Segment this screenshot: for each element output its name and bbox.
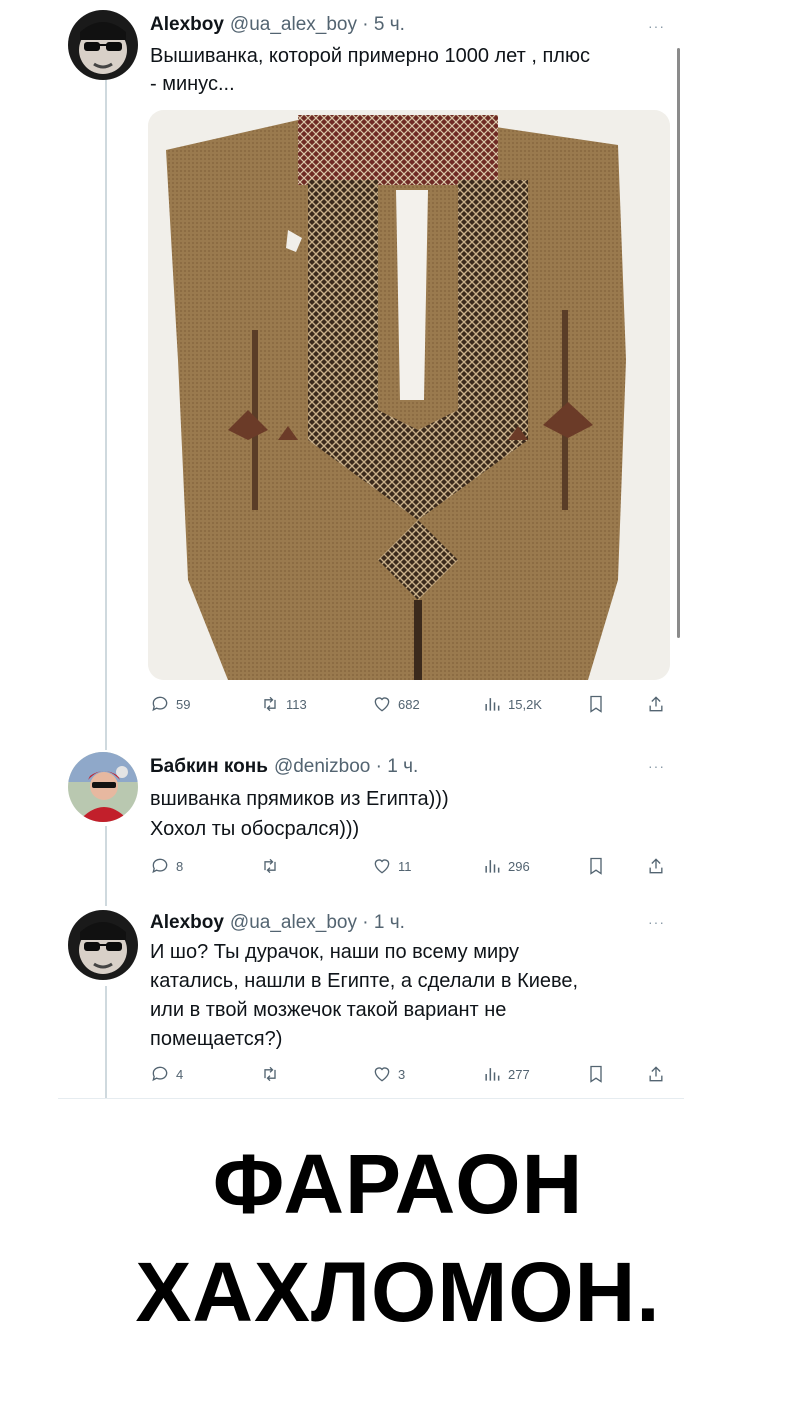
repost-count: 113 — [286, 696, 307, 712]
repost-button[interactable] — [260, 1064, 280, 1084]
views-count: 277 — [508, 1066, 530, 1082]
bookmark-icon — [590, 1065, 602, 1083]
divider — [58, 1098, 684, 1099]
share-button[interactable] — [646, 856, 666, 876]
like-count: 11 — [398, 858, 412, 874]
author-meta: @denizboo · 1 ч. — [273, 756, 419, 777]
tweet-text-line: Вышиванка, которой примерно 1000 лет , п… — [150, 45, 590, 67]
tweet-text-line: вшиванка прямиков из Египта))) — [150, 788, 449, 810]
tweet-text-line: Хохол ты обосрался))) — [150, 818, 360, 840]
share-icon — [649, 858, 663, 874]
views-count: 15,2K — [508, 696, 542, 712]
tweet-text: вшиванка прямиков из Египта))) Хохол ты … — [150, 784, 670, 844]
views-button[interactable]: 277 — [482, 1064, 530, 1084]
bookmark-button[interactable] — [586, 694, 606, 714]
tweet-actions: 8 11 296 — [150, 856, 670, 882]
tweet-text-line: помещается?) — [150, 1028, 283, 1050]
avatar[interactable] — [68, 752, 138, 822]
like-button[interactable]: 11 — [372, 856, 412, 876]
more-icon[interactable]: ··· — [648, 18, 665, 34]
tweet-text-line: И шо? Ты дурачок, наши по всему миру — [150, 941, 520, 963]
share-icon — [649, 1066, 663, 1082]
bookmark-button[interactable] — [586, 856, 606, 876]
author-meta: @ua_alex_boy · 1 ч. — [229, 912, 405, 933]
views-icon — [485, 860, 500, 873]
repost-icon — [264, 696, 276, 712]
tweet-text-line: или в твой мозжечок такой вариант не — [150, 999, 507, 1021]
repost-icon — [264, 1066, 276, 1082]
like-icon — [374, 697, 390, 712]
like-count: 682 — [398, 696, 420, 712]
bookmark-icon — [590, 857, 602, 875]
like-button[interactable]: 682 — [372, 694, 420, 714]
tweet-header: Alexboy @ua_alex_boy · 1 ч. — [150, 912, 405, 934]
reply-button[interactable]: 59 — [150, 694, 190, 714]
like-button[interactable]: 3 — [372, 1064, 405, 1084]
embroidered-shirt-photo[interactable] — [148, 110, 670, 680]
more-icon[interactable]: ··· — [648, 758, 665, 774]
author-name[interactable]: Бабкин конь — [150, 756, 268, 777]
like-count: 3 — [398, 1066, 406, 1082]
reply-icon — [152, 858, 168, 874]
tweet-1[interactable]: Alexboy @ua_alex_boy · 5 ч. ··· Вышиванка… — [0, 0, 796, 730]
views-icon — [485, 1068, 500, 1081]
caption-line-2: ХАХЛОМОН. — [135, 1245, 661, 1339]
views-count: 296 — [508, 858, 530, 874]
bookmark-button[interactable] — [586, 1064, 606, 1084]
caption-line-1: ФАРАОН — [212, 1137, 584, 1231]
reply-count: 8 — [176, 858, 184, 874]
like-icon — [374, 1067, 390, 1082]
like-icon — [374, 859, 390, 874]
tweet-2[interactable]: Бабкин конь @denizboo · 1 ч. ··· вшиванка… — [0, 740, 796, 890]
avatar[interactable] — [68, 10, 138, 80]
tweet-header: Alexboy @ua_alex_boy · 5 ч. — [150, 14, 405, 36]
more-icon[interactable]: ··· — [648, 914, 665, 930]
tweet-header: Бабкин конь @denizboo · 1 ч. — [150, 756, 418, 778]
reply-count: 4 — [176, 1066, 184, 1082]
views-button[interactable]: 296 — [482, 856, 530, 876]
author-name[interactable]: Alexboy — [150, 912, 224, 933]
avatar[interactable] — [68, 910, 138, 980]
reply-button[interactable]: 8 — [150, 856, 183, 876]
tweet-text: Вышиванка, которой примерно 1000 лет , п… — [150, 42, 670, 98]
reply-count: 59 — [176, 696, 191, 712]
tweet-actions: 4 3 277 — [150, 1064, 670, 1090]
share-button[interactable] — [646, 694, 666, 714]
reply-button[interactable]: 4 — [150, 1064, 183, 1084]
meme-caption: ФАРАОН ХАХЛОМОН. — [0, 1130, 796, 1346]
repost-button[interactable]: 113 — [260, 694, 307, 714]
views-button[interactable]: 15,2K — [482, 694, 542, 714]
bookmark-icon — [590, 695, 602, 713]
repost-icon — [264, 858, 276, 874]
reply-icon — [152, 696, 168, 712]
reply-icon — [152, 1066, 168, 1082]
tweet-text-line: катались, нашли в Египте, а сделали в Ки… — [150, 970, 579, 992]
repost-button[interactable] — [260, 856, 280, 876]
author-name[interactable]: Alexboy — [150, 14, 224, 35]
tweet-actions: 59 113 682 15,2K — [150, 694, 670, 720]
author-meta: @ua_alex_boy · 5 ч. — [229, 14, 405, 35]
share-button[interactable] — [646, 1064, 666, 1084]
views-icon — [485, 698, 500, 711]
share-icon — [649, 696, 663, 712]
tweet-text-line: - минус... — [150, 73, 235, 95]
tweet-3[interactable]: Alexboy @ua_alex_boy · 1 ч. ··· И шо? Ты … — [0, 900, 796, 1090]
tweet-text: И шо? Ты дурачок, наши по всему миру кат… — [150, 938, 670, 1054]
